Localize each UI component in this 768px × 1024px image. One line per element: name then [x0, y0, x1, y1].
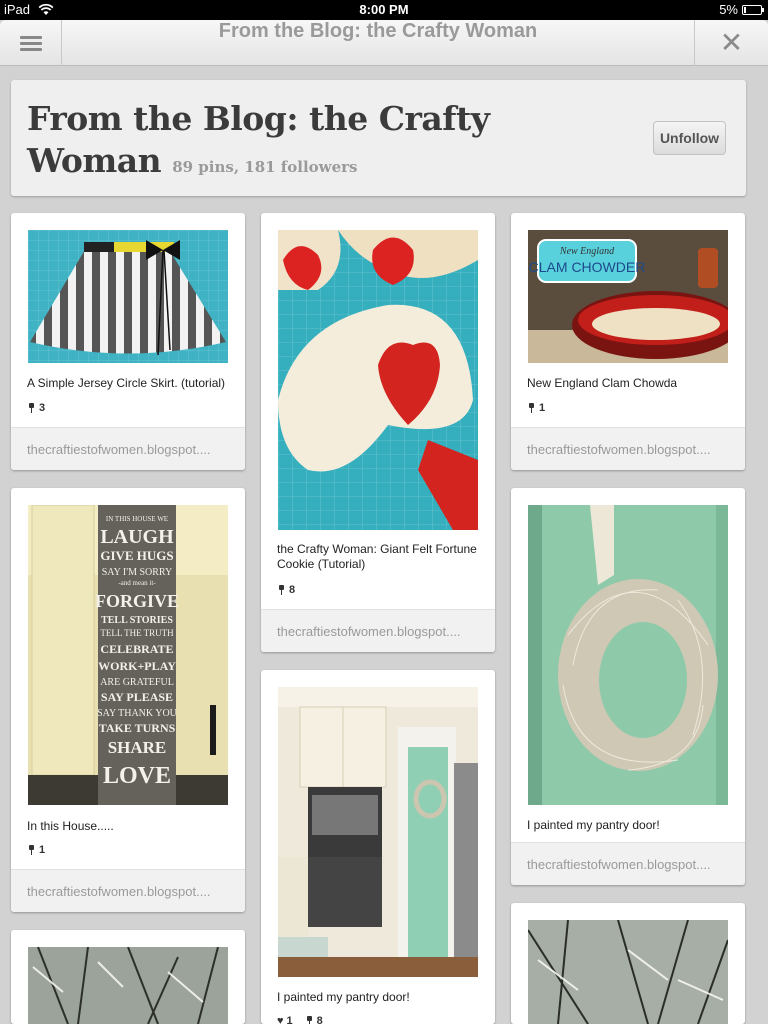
nav-title: From the Blog: the Crafty Woman — [218, 20, 538, 42]
repin-count: 1 — [39, 844, 46, 856]
pin-image[interactable]: IN THIS HOUSE WE LAUGH GIVE HUGS SAY I'M… — [28, 505, 228, 805]
wreath-photo — [528, 505, 728, 805]
pin-source-link[interactable]: thecraftiestofwomen.blogspot.... — [11, 869, 245, 912]
sign-line: WORK+PLAY — [98, 659, 176, 673]
sign-line: TELL STORIES — [101, 615, 173, 626]
clam-label-line2: CLAM CHOWDER — [529, 259, 646, 275]
pin-source-link[interactable]: thecraftiestofwomen.blogspot.... — [261, 609, 495, 652]
unfollow-button[interactable]: Unfollow — [653, 121, 726, 155]
sign-line: -and mean it- — [118, 579, 156, 587]
sign-line: SAY PLEASE — [101, 690, 173, 704]
pin-card[interactable]: New England CLAM CHOWDER New England Cla… — [511, 213, 745, 470]
sign-line: SAY THANK YOU — [97, 708, 178, 719]
pin-image[interactable] — [528, 920, 728, 1024]
sign-line: TAKE TURNS — [99, 721, 176, 735]
board-header: From the Blog: the Crafty Woman 89 pins,… — [11, 80, 746, 196]
sign-line: LOVE — [103, 763, 171, 789]
pin-source-link[interactable]: thecraftiestofwomen.blogspot.... — [511, 842, 745, 885]
sign-line: GIVE HUGS — [100, 548, 173, 563]
skirt-photo — [28, 230, 228, 363]
snowy-branches-photo — [528, 920, 728, 1024]
pin-card[interactable]: the Crafty Woman: Giant Felt Fortune Coo… — [261, 213, 495, 652]
repin-icon — [527, 403, 536, 413]
close-icon: ✕ — [719, 26, 744, 59]
pin-stats: 3 — [27, 402, 45, 414]
pin-card[interactable] — [11, 930, 245, 1024]
pin-description: New England Clam Chowda — [527, 376, 678, 390]
menu-button[interactable] — [0, 20, 62, 66]
status-bar: iPad 8:00 PM 5% — [0, 0, 768, 20]
clam-label-line1: New England — [559, 246, 615, 257]
clock: 8:00 PM — [359, 2, 409, 17]
sign-line: SHARE — [108, 738, 167, 757]
pin-card[interactable]: I painted my pantry door! thecraftiestof… — [511, 488, 745, 885]
pin-stats: ♥ 1 8 — [277, 1015, 323, 1024]
snowy-branches-photo — [28, 947, 228, 1024]
heart-icon: ♥ — [277, 1015, 284, 1024]
repin-icon — [305, 1016, 314, 1024]
clam-chowder-photo: New England CLAM CHOWDER — [528, 230, 728, 363]
pin-stats: 1 — [527, 402, 545, 414]
like-count: 1 — [286, 1015, 293, 1024]
pin-source-link[interactable]: thecraftiestofwomen.blogspot.... — [511, 427, 745, 470]
sign-line: SAY I'M SORRY — [102, 567, 173, 578]
repin-count: 8 — [289, 584, 296, 596]
pin-card[interactable]: IN THIS HOUSE WE LAUGH GIVE HUGS SAY I'M… — [11, 488, 245, 912]
board-title: From the Blog: the Crafty Woman 89 pins,… — [27, 98, 587, 182]
pin-card[interactable]: I painted my pantry door! ♥ 1 8 — [261, 670, 495, 1024]
pin-stats: 1 — [27, 844, 45, 856]
pin-image[interactable] — [28, 947, 228, 1024]
battery-percent: 5% — [719, 2, 738, 17]
close-button[interactable]: ✕ — [694, 20, 768, 66]
repin-count: 1 — [539, 402, 546, 414]
pin-image[interactable] — [28, 230, 228, 363]
navigation-bar: From the Blog: the Crafty Woman ✕ — [0, 20, 768, 66]
pin-description: the Crafty Woman: Giant Felt Fortune Coo… — [277, 542, 477, 571]
kitchen-photo — [278, 687, 478, 977]
battery-icon — [742, 5, 764, 15]
pin-image[interactable] — [278, 230, 478, 530]
pin-description: I painted my pantry door! — [527, 818, 660, 832]
sign-line: TELL THE TRUTH — [100, 628, 174, 638]
house-sign-photo: IN THIS HOUSE WE LAUGH GIVE HUGS SAY I'M… — [28, 505, 228, 805]
pin-stats: 8 — [277, 584, 295, 596]
sign-line: CELEBRATE — [100, 642, 173, 656]
repin-icon — [27, 403, 36, 413]
repin-count: 8 — [316, 1015, 323, 1024]
pin-image[interactable] — [278, 687, 478, 977]
sign-line: IN THIS HOUSE WE — [106, 515, 168, 523]
repin-icon — [277, 585, 286, 595]
menu-icon — [19, 33, 42, 54]
pin-source-link[interactable]: thecraftiestofwomen.blogspot.... — [11, 427, 245, 470]
fortune-cookie-photo — [278, 230, 478, 530]
pin-description: I painted my pantry door! — [277, 990, 410, 1004]
sign-line: FORGIVE — [95, 591, 179, 611]
pin-image[interactable] — [528, 505, 728, 805]
sign-line: ARE GRATEFUL — [100, 677, 174, 688]
pin-description: In this House..... — [27, 819, 114, 833]
board-stats: 89 pins, 181 followers — [172, 158, 358, 176]
pin-card[interactable] — [511, 903, 745, 1024]
repin-count: 3 — [39, 402, 46, 414]
repin-icon — [27, 845, 36, 855]
pin-image[interactable]: New England CLAM CHOWDER — [528, 230, 728, 363]
pin-card[interactable]: A Simple Jersey Circle Skirt. (tutorial)… — [11, 213, 245, 470]
sign-line: LAUGH — [100, 526, 174, 548]
pin-description: A Simple Jersey Circle Skirt. (tutorial) — [27, 376, 226, 390]
